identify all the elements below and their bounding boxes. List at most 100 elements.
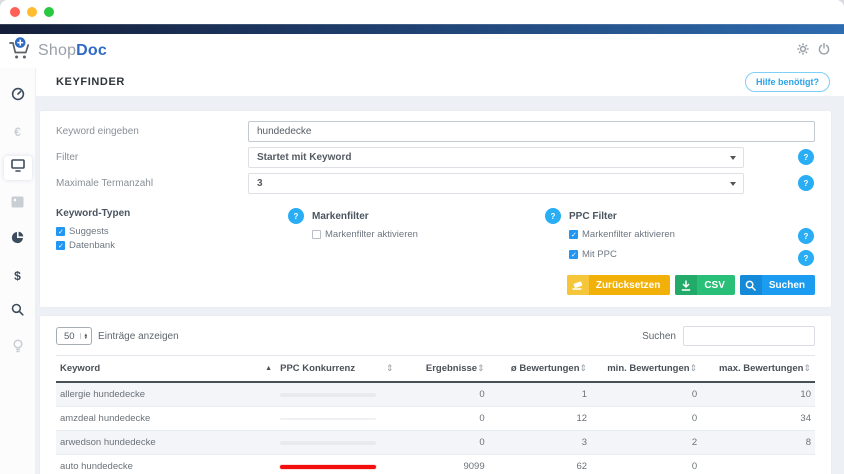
brand-filter-label: Markenfilter aktivieren — [325, 229, 418, 240]
results-card: 50 ▲▼ Einträge anzeigen Suchen — [40, 316, 831, 474]
table-row[interactable]: auto hundedecke 9099 62 0 — [56, 455, 815, 474]
sidebar-item-ideas[interactable] — [4, 336, 32, 360]
sort-icon: ⇕ — [690, 363, 698, 373]
table-row[interactable]: amzdeal hundedecke 0 12 0 34 — [56, 407, 815, 431]
app-window: ShopDoc — [0, 0, 844, 474]
monitor-icon — [11, 159, 25, 177]
column-header-min-bewertungen[interactable]: min. Bewertungen⇕ — [591, 356, 701, 383]
search-submit-button[interactable]: Suchen — [740, 275, 815, 295]
table-search-input[interactable] — [683, 326, 815, 346]
sidebar-item-pricing[interactable]: $ — [4, 264, 32, 288]
brand-filter-group: ? Markenfilter Markenfilter aktivieren — [288, 208, 545, 263]
keyword-types-heading: Keyword-Typen — [56, 208, 288, 219]
sort-ascending-icon: ▲ — [265, 365, 272, 372]
brand-logo[interactable]: ShopDoc — [8, 37, 107, 65]
ppc-filter-heading: PPC Filter — [569, 211, 617, 222]
chevron-down-icon — [730, 182, 736, 186]
help-button[interactable]: Hilfe benötigt? — [745, 72, 830, 92]
power-logout-icon[interactable] — [818, 42, 830, 60]
download-icon — [675, 275, 697, 295]
sidebar-item-euro[interactable]: € — [4, 120, 32, 144]
search-icon — [740, 275, 762, 295]
column-header-keyword[interactable]: Keyword▲ — [56, 356, 276, 383]
checkbox-row-mit-ppc: Mit PPC — [569, 249, 815, 260]
sidebar-item-images[interactable] — [4, 192, 32, 216]
keyfinder-form-card: Keyword eingeben Filter Startet mit Keyw… — [40, 111, 831, 307]
checkbox-row-suggests: Suggests — [56, 226, 288, 237]
pie-chart-icon — [11, 231, 24, 249]
brand-filter-heading: Markenfilter — [312, 211, 369, 222]
zoom-window-button[interactable] — [44, 7, 54, 17]
settings-gear-icon[interactable] — [797, 42, 809, 60]
ppc-brand-filter-checkbox[interactable] — [569, 230, 578, 239]
results-table: Keyword▲ PPC Konkurrenz⇕ Ergebnisse⇕ ø B… — [56, 355, 815, 474]
brand-filter-checkbox[interactable] — [312, 230, 321, 239]
filter-select[interactable]: Startet mit Keyword — [248, 147, 744, 168]
sort-icon: ⇕ — [580, 363, 588, 373]
brand-filter-help-icon[interactable]: ? — [288, 208, 304, 224]
sidebar-item-dashboard[interactable] — [4, 84, 32, 108]
checkbox-row-ppc-brandfilter: Markenfilter aktivieren — [569, 229, 815, 240]
column-header-max-bewertungen[interactable]: max. Bewertungen⇕ — [701, 356, 815, 383]
sort-icon: ⇕ — [386, 363, 394, 374]
lightbulb-icon — [12, 339, 24, 358]
mit-ppc-label: Mit PPC — [582, 249, 617, 260]
sidebar: € — [0, 68, 36, 474]
ppc-competition-bar — [280, 393, 376, 397]
reset-button[interactable]: Zurücksetzen — [567, 275, 670, 295]
keyword-cell: arwedson hundedecke — [56, 431, 276, 455]
ppc-competition-bar — [280, 418, 376, 420]
filter-help-icon[interactable]: ? — [798, 149, 814, 165]
datenbank-checkbox[interactable] — [56, 241, 65, 250]
app-header: ShopDoc — [0, 34, 844, 68]
csv-export-button[interactable]: CSV — [675, 275, 735, 295]
close-window-button[interactable] — [10, 7, 20, 17]
max-terms-help-icon[interactable]: ? — [798, 175, 814, 191]
table-row[interactable]: allergie hundedecke 0 1 0 10 — [56, 382, 815, 407]
ppc-filter-help-icon[interactable]: ? — [545, 208, 561, 224]
ppc-brand-filter-help-icon[interactable]: ? — [798, 228, 814, 244]
ppc-competition-bar — [280, 465, 376, 469]
keyword-types-group: Keyword-Typen Suggests Datenbank — [56, 208, 288, 263]
eraser-icon — [567, 275, 589, 295]
cart-logo-icon — [8, 37, 32, 65]
ppc-competition-bar — [280, 441, 376, 445]
checkbox-row-datenbank: Datenbank — [56, 240, 288, 251]
dashboard-icon — [11, 87, 25, 106]
max-terms-label: Maximale Termanzahl — [56, 178, 248, 189]
column-header-ppc-konkurrenz[interactable]: PPC Konkurrenz⇕ — [276, 356, 397, 383]
sidebar-item-analytics[interactable] — [4, 228, 32, 252]
entries-per-page-select[interactable]: 50 ▲▼ — [56, 327, 92, 345]
stepper-icon: ▲▼ — [80, 333, 88, 340]
table-row[interactable]: arwedson hundedecke 0 3 2 8 — [56, 431, 815, 455]
sidebar-item-keyfinder[interactable] — [4, 156, 32, 180]
ppc-filter-group: ? PPC Filter Markenfilter aktivieren — [545, 208, 815, 263]
page-header: KEYFINDER Hilfe benötigt? — [36, 68, 844, 96]
mit-ppc-checkbox[interactable] — [569, 250, 578, 259]
mit-ppc-help-icon[interactable]: ? — [798, 250, 814, 266]
image-icon — [11, 195, 24, 213]
euro-icon: € — [14, 125, 21, 139]
ppc-brand-filter-label: Markenfilter aktivieren — [582, 229, 675, 240]
column-header-avg-bewertungen[interactable]: ø Bewertungen⇕ — [489, 356, 591, 383]
column-header-ergebnisse[interactable]: Ergebnisse⇕ — [398, 356, 489, 383]
window-titlebar — [0, 0, 844, 24]
keyword-cell: allergie hundedecke — [56, 382, 276, 407]
keyword-input[interactable] — [248, 121, 815, 142]
datenbank-label: Datenbank — [69, 240, 115, 251]
suggests-label: Suggests — [69, 226, 109, 237]
top-accent-bar — [0, 24, 844, 34]
sort-icon: ⇕ — [477, 363, 485, 373]
minimize-window-button[interactable] — [27, 7, 37, 17]
keyword-cell: amzdeal hundedecke — [56, 407, 276, 431]
entries-label: Einträge anzeigen — [98, 331, 179, 342]
sidebar-item-search[interactable] — [4, 300, 32, 324]
checkbox-row-brandfilter: Markenfilter aktivieren — [312, 229, 545, 240]
keyword-cell: auto hundedecke — [56, 455, 276, 474]
max-terms-select[interactable]: 3 — [248, 173, 744, 194]
brand-name: ShopDoc — [38, 42, 107, 60]
dollar-icon: $ — [14, 269, 21, 283]
sort-icon: ⇕ — [803, 363, 811, 373]
suggests-checkbox[interactable] — [56, 227, 65, 236]
page-title: KEYFINDER — [56, 76, 125, 88]
